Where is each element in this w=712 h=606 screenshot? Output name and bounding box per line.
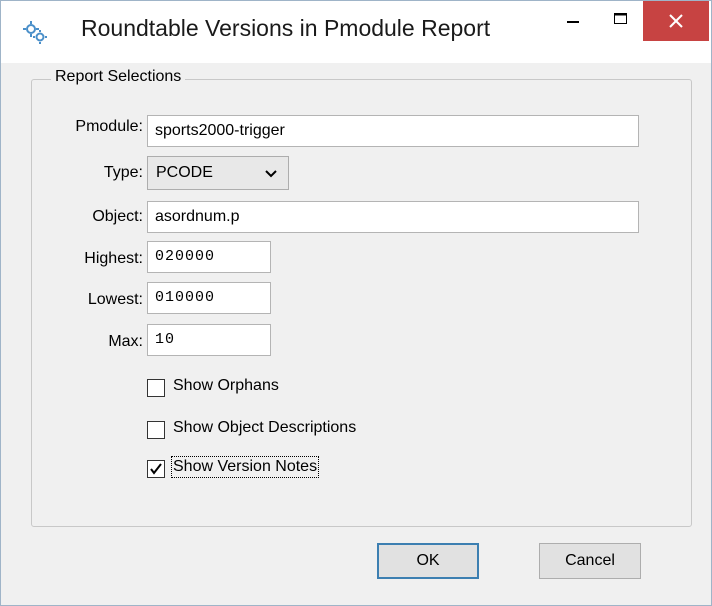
checkmark-icon [150, 463, 162, 475]
title-bar[interactable]: Roundtable Versions in Pmodule Report [1, 1, 711, 63]
show-orphans-label[interactable]: Show Orphans [173, 377, 279, 395]
window-title: Roundtable Versions in Pmodule Report [81, 15, 491, 41]
object-field[interactable]: asordnum.p [147, 201, 639, 233]
report-dialog: Roundtable Versions in Pmodule Report Re… [0, 0, 712, 606]
maximize-button[interactable] [597, 1, 643, 41]
lowest-field[interactable]: 010000 [147, 282, 271, 314]
max-label: Max: [108, 333, 143, 350]
lowest-label: Lowest: [87, 291, 143, 308]
max-field[interactable]: 10 [147, 324, 271, 356]
type-select[interactable]: PCODE [147, 156, 289, 190]
pmodule-field[interactable]: sports2000-trigger [147, 115, 639, 147]
maximize-icon [614, 13, 627, 24]
type-label: Type: [103, 164, 143, 181]
highest-field[interactable]: 020000 [147, 241, 271, 273]
close-icon [669, 14, 683, 28]
show-object-descriptions-checkbox[interactable] [147, 421, 165, 439]
pmodule-label: Pmodule: [75, 118, 143, 135]
type-select-value: PCODE [156, 164, 213, 181]
roundtable-gear-icon [23, 21, 47, 44]
dialog-client-area: Report Selections Pmodule: sports2000-tr… [13, 63, 699, 595]
ok-button[interactable]: OK [377, 543, 479, 579]
group-title: Report Selections [51, 68, 186, 86]
object-label: Object: [92, 208, 143, 225]
highest-label: Highest: [84, 250, 143, 267]
cancel-button[interactable]: Cancel [539, 543, 641, 579]
close-button[interactable] [643, 1, 709, 41]
minimize-icon [567, 21, 579, 23]
show-version-notes-label[interactable]: Show Version Notes [170, 456, 320, 478]
show-object-descriptions-label[interactable]: Show Object Descriptions [173, 419, 356, 437]
minimize-button[interactable] [549, 1, 597, 41]
chevron-down-icon [264, 158, 278, 199]
show-orphans-checkbox[interactable] [147, 379, 165, 397]
show-version-notes-checkbox[interactable] [147, 460, 165, 478]
